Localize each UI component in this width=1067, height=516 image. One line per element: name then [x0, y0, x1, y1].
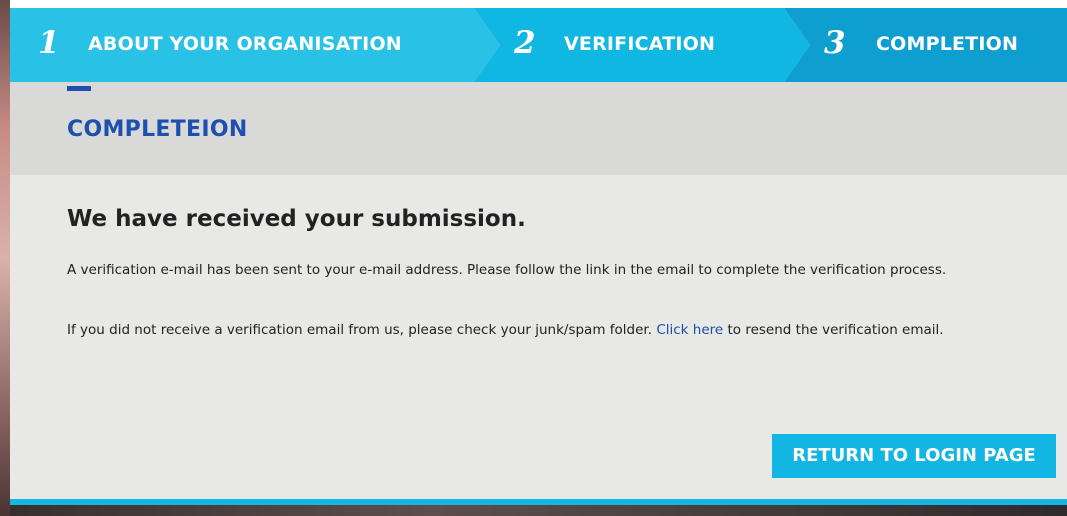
resend-verification-link[interactable]: Click here	[656, 322, 723, 338]
background-photo-edge	[0, 0, 10, 516]
bottom-accent-rule	[10, 499, 1067, 505]
progress-steps: 1 ABOUT YOUR ORGANISATION 2 VERIFICATION…	[10, 8, 1067, 82]
resend-text-after: to resend the verification email.	[723, 322, 944, 338]
completion-content: We have received your submission. A veri…	[10, 175, 1067, 505]
step-verification: 2 VERIFICATION	[474, 8, 810, 82]
resend-text-before: If you did not receive a verification em…	[67, 322, 657, 338]
wizard-panel: 1 ABOUT YOUR ORGANISATION 2 VERIFICATION…	[10, 8, 1067, 505]
return-to-login-button[interactable]: RETURN TO LOGIN PAGE	[772, 434, 1056, 478]
step-number: 1	[38, 25, 60, 61]
step-about-organisation: 1 ABOUT YOUR ORGANISATION	[10, 8, 500, 82]
step-label: COMPLETION	[876, 33, 1019, 55]
step-number: 2	[514, 25, 536, 61]
verification-sent-text: A verification e-mail has been sent to y…	[67, 262, 947, 278]
submission-headline: We have received your submission.	[67, 206, 526, 232]
section-title: COMPLETEION	[67, 117, 248, 142]
step-label: VERIFICATION	[564, 33, 716, 55]
step-label: ABOUT YOUR ORGANISATION	[88, 33, 402, 55]
step-completion: 3 COMPLETION	[784, 8, 1067, 82]
section-accent-bar	[67, 86, 91, 91]
resend-instructions-text: If you did not receive a verification em…	[67, 319, 1027, 341]
section-header: COMPLETEION	[10, 82, 1067, 175]
step-number: 3	[824, 25, 846, 61]
page: 1 ABOUT YOUR ORGANISATION 2 VERIFICATION…	[0, 0, 1067, 516]
